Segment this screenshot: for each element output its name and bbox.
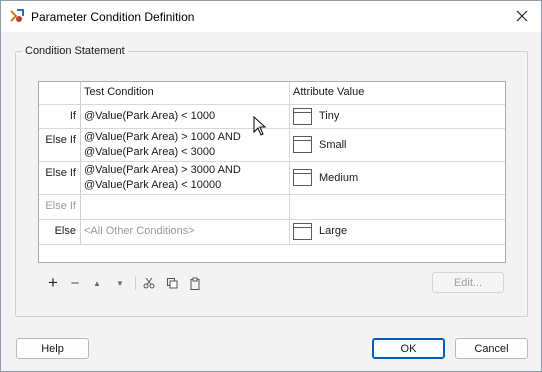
attribute-value-cell[interactable]: Tiny xyxy=(319,110,339,122)
arrow-down-icon: ▼ xyxy=(116,278,124,288)
edit-button[interactable]: Edit... xyxy=(432,272,504,293)
close-icon xyxy=(516,10,528,22)
window-title: Parameter Condition Definition xyxy=(31,10,195,24)
divider xyxy=(39,194,505,195)
divider xyxy=(39,244,505,245)
toolbar-separator xyxy=(135,276,136,290)
attribute-value-icon[interactable] xyxy=(293,223,312,240)
divider xyxy=(289,82,290,245)
divider xyxy=(39,128,505,129)
condition-cell[interactable]: @Value(Park Area) > 1000 AND @Value(Park… xyxy=(84,130,241,160)
attribute-value-icon[interactable] xyxy=(293,136,312,153)
cut-button[interactable] xyxy=(139,273,159,293)
plus-icon: + xyxy=(48,273,58,292)
divider xyxy=(39,104,505,105)
move-up-button[interactable]: ▲ xyxy=(87,273,107,293)
arrow-up-icon: ▲ xyxy=(93,278,101,288)
header-test-condition[interactable]: Test Condition xyxy=(84,86,154,98)
attribute-value-icon[interactable] xyxy=(293,169,312,186)
move-down-button[interactable]: ▼ xyxy=(110,273,130,293)
row-keyword: Else xyxy=(54,225,76,237)
cancel-button[interactable]: Cancel xyxy=(455,338,528,359)
remove-row-button[interactable]: − xyxy=(65,273,85,293)
row-keyword: Else If xyxy=(45,200,76,212)
condition-line: @Value(Park Area) < 3000 xyxy=(84,146,216,158)
ok-button[interactable]: OK xyxy=(372,338,445,359)
scissors-icon xyxy=(143,277,155,289)
condition-cell[interactable]: @Value(Park Area) < 1000 xyxy=(84,109,215,124)
condition-line: @Value(Park Area) > 3000 AND xyxy=(84,164,241,176)
row-keyword: Else If xyxy=(45,134,76,146)
copy-icon xyxy=(167,278,178,289)
divider xyxy=(39,161,505,162)
attribute-value-cell[interactable]: Small xyxy=(319,139,347,151)
attribute-value-cell[interactable]: Medium xyxy=(319,172,358,184)
parameter-condition-dialog: Parameter Condition Definition Condition… xyxy=(0,0,542,372)
close-button[interactable] xyxy=(507,3,537,29)
row-keyword: If xyxy=(69,110,76,122)
condition-line: @Value(Park Area) < 1000 xyxy=(84,110,216,122)
row-keyword: Else If xyxy=(45,167,76,179)
mouse-cursor-icon xyxy=(253,116,267,136)
group-label: Condition Statement xyxy=(22,45,128,57)
minus-icon: − xyxy=(70,274,80,292)
condition-line: @Value(Park Area) > 1000 AND xyxy=(84,131,241,143)
add-row-button[interactable]: + xyxy=(43,273,63,293)
header-attribute-value[interactable]: Attribute Value xyxy=(293,86,364,98)
paste-button[interactable] xyxy=(185,273,205,293)
attribute-value-icon[interactable] xyxy=(293,108,312,125)
divider xyxy=(39,219,505,220)
condition-cell[interactable]: @Value(Park Area) > 3000 AND @Value(Park… xyxy=(84,163,241,193)
attribute-value-cell[interactable]: Large xyxy=(319,225,347,237)
divider xyxy=(80,82,81,245)
condition-table: Test Condition Attribute Value If @Value… xyxy=(38,81,506,263)
title-bar: Parameter Condition Definition xyxy=(1,1,541,32)
fme-app-icon xyxy=(10,9,24,22)
help-button[interactable]: Help xyxy=(16,338,89,359)
condition-cell[interactable]: <All Other Conditions> xyxy=(84,225,195,237)
condition-line: @Value(Park Area) < 10000 xyxy=(84,179,222,191)
copy-button[interactable] xyxy=(162,273,182,293)
clipboard-icon xyxy=(190,277,200,290)
